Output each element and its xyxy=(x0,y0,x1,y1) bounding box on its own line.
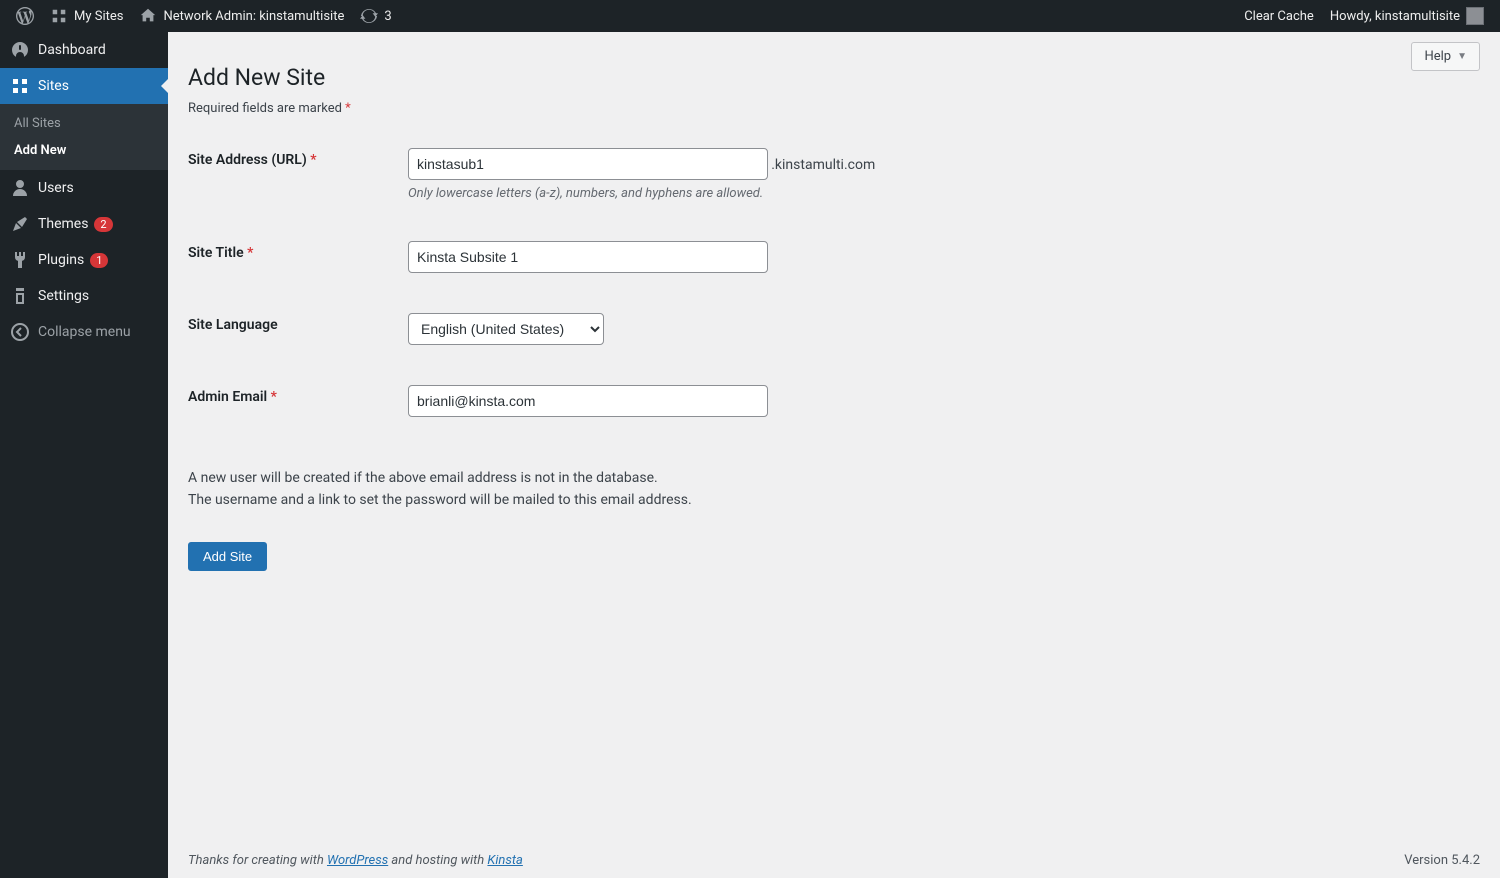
site-address-hint: Only lowercase letters (a-z), numbers, a… xyxy=(408,186,1470,201)
kinsta-link[interactable]: Kinsta xyxy=(487,853,522,868)
clear-cache-link[interactable]: Clear Cache xyxy=(1236,0,1322,32)
clear-cache-label: Clear Cache xyxy=(1244,9,1314,24)
sites-icon xyxy=(10,76,30,96)
sidebar-item-sites[interactable]: Sites xyxy=(0,68,168,104)
users-icon xyxy=(10,178,30,198)
email-note: A new user will be created if the above … xyxy=(188,467,1480,512)
settings-icon xyxy=(10,286,30,306)
howdy-label: Howdy, kinstamultisite xyxy=(1330,9,1460,24)
my-sites-label: My Sites xyxy=(74,9,123,24)
sidebar-collapse[interactable]: Collapse menu xyxy=(0,314,168,350)
sidebar-users-label: Users xyxy=(38,180,74,196)
site-language-select[interactable]: English (United States) xyxy=(408,313,604,345)
admin-sidebar: Dashboard Sites All Sites Add New Users … xyxy=(0,32,168,878)
sidebar-submenu-sites: All Sites Add New xyxy=(0,104,168,170)
admin-email-label: Admin Email * xyxy=(188,365,408,437)
chevron-down-icon: ▼ xyxy=(1457,51,1467,62)
admin-bar: My Sites Network Admin: kinstamultisite … xyxy=(0,0,1500,32)
plugins-icon xyxy=(10,250,30,270)
sidebar-item-themes[interactable]: Themes 2 xyxy=(0,206,168,242)
site-address-input[interactable] xyxy=(408,148,768,180)
help-tab[interactable]: Help ▼ xyxy=(1411,42,1480,71)
content-area: Help ▼ Add New Site Required fields are … xyxy=(168,32,1500,878)
update-icon xyxy=(360,7,378,25)
network-admin-label: Network Admin: kinstamultisite xyxy=(163,9,344,24)
wordpress-link[interactable]: WordPress xyxy=(327,853,388,868)
wp-logo[interactable] xyxy=(8,0,42,32)
plugins-badge: 1 xyxy=(90,253,108,268)
themes-icon xyxy=(10,214,30,234)
sidebar-item-settings[interactable]: Settings xyxy=(0,278,168,314)
site-language-label: Site Language xyxy=(188,293,408,365)
sidebar-subitem-all-sites[interactable]: All Sites xyxy=(0,110,168,137)
footer: Thanks for creating with WordPress and h… xyxy=(188,853,1480,868)
add-site-button[interactable]: Add Site xyxy=(188,542,267,571)
sidebar-item-users[interactable]: Users xyxy=(0,170,168,206)
my-sites[interactable]: My Sites xyxy=(42,0,131,32)
updates-count: 3 xyxy=(384,9,391,24)
version-label: Version 5.4.2 xyxy=(1404,853,1480,868)
sidebar-settings-label: Settings xyxy=(38,288,89,304)
site-title-input[interactable] xyxy=(408,241,768,273)
sidebar-item-dashboard[interactable]: Dashboard xyxy=(0,32,168,68)
network-admin-link[interactable]: Network Admin: kinstamultisite xyxy=(131,0,352,32)
sidebar-item-plugins[interactable]: Plugins 1 xyxy=(0,242,168,278)
sidebar-dashboard-label: Dashboard xyxy=(38,42,106,58)
updates-link[interactable]: 3 xyxy=(352,0,399,32)
sites-icon xyxy=(50,7,68,25)
sidebar-subitem-add-new[interactable]: Add New xyxy=(0,137,168,164)
collapse-icon xyxy=(10,322,30,342)
sidebar-sites-label: Sites xyxy=(38,78,69,94)
dashboard-icon xyxy=(10,40,30,60)
account-link[interactable]: Howdy, kinstamultisite xyxy=(1322,0,1492,32)
page-title: Add New Site xyxy=(188,64,1480,91)
sidebar-plugins-label: Plugins xyxy=(38,252,84,268)
avatar xyxy=(1466,7,1484,25)
themes-badge: 2 xyxy=(94,217,112,232)
sidebar-themes-label: Themes xyxy=(38,216,88,232)
sidebar-collapse-label: Collapse menu xyxy=(38,324,131,340)
wordpress-icon xyxy=(16,7,34,25)
help-label: Help xyxy=(1424,49,1451,64)
home-icon xyxy=(139,7,157,25)
site-title-label: Site Title * xyxy=(188,221,408,293)
site-address-suffix: .kinstamulti.com xyxy=(771,157,875,173)
admin-email-input[interactable] xyxy=(408,385,768,417)
site-address-label: Site Address (URL) * xyxy=(188,128,408,221)
required-note: Required fields are marked * xyxy=(188,101,1480,116)
